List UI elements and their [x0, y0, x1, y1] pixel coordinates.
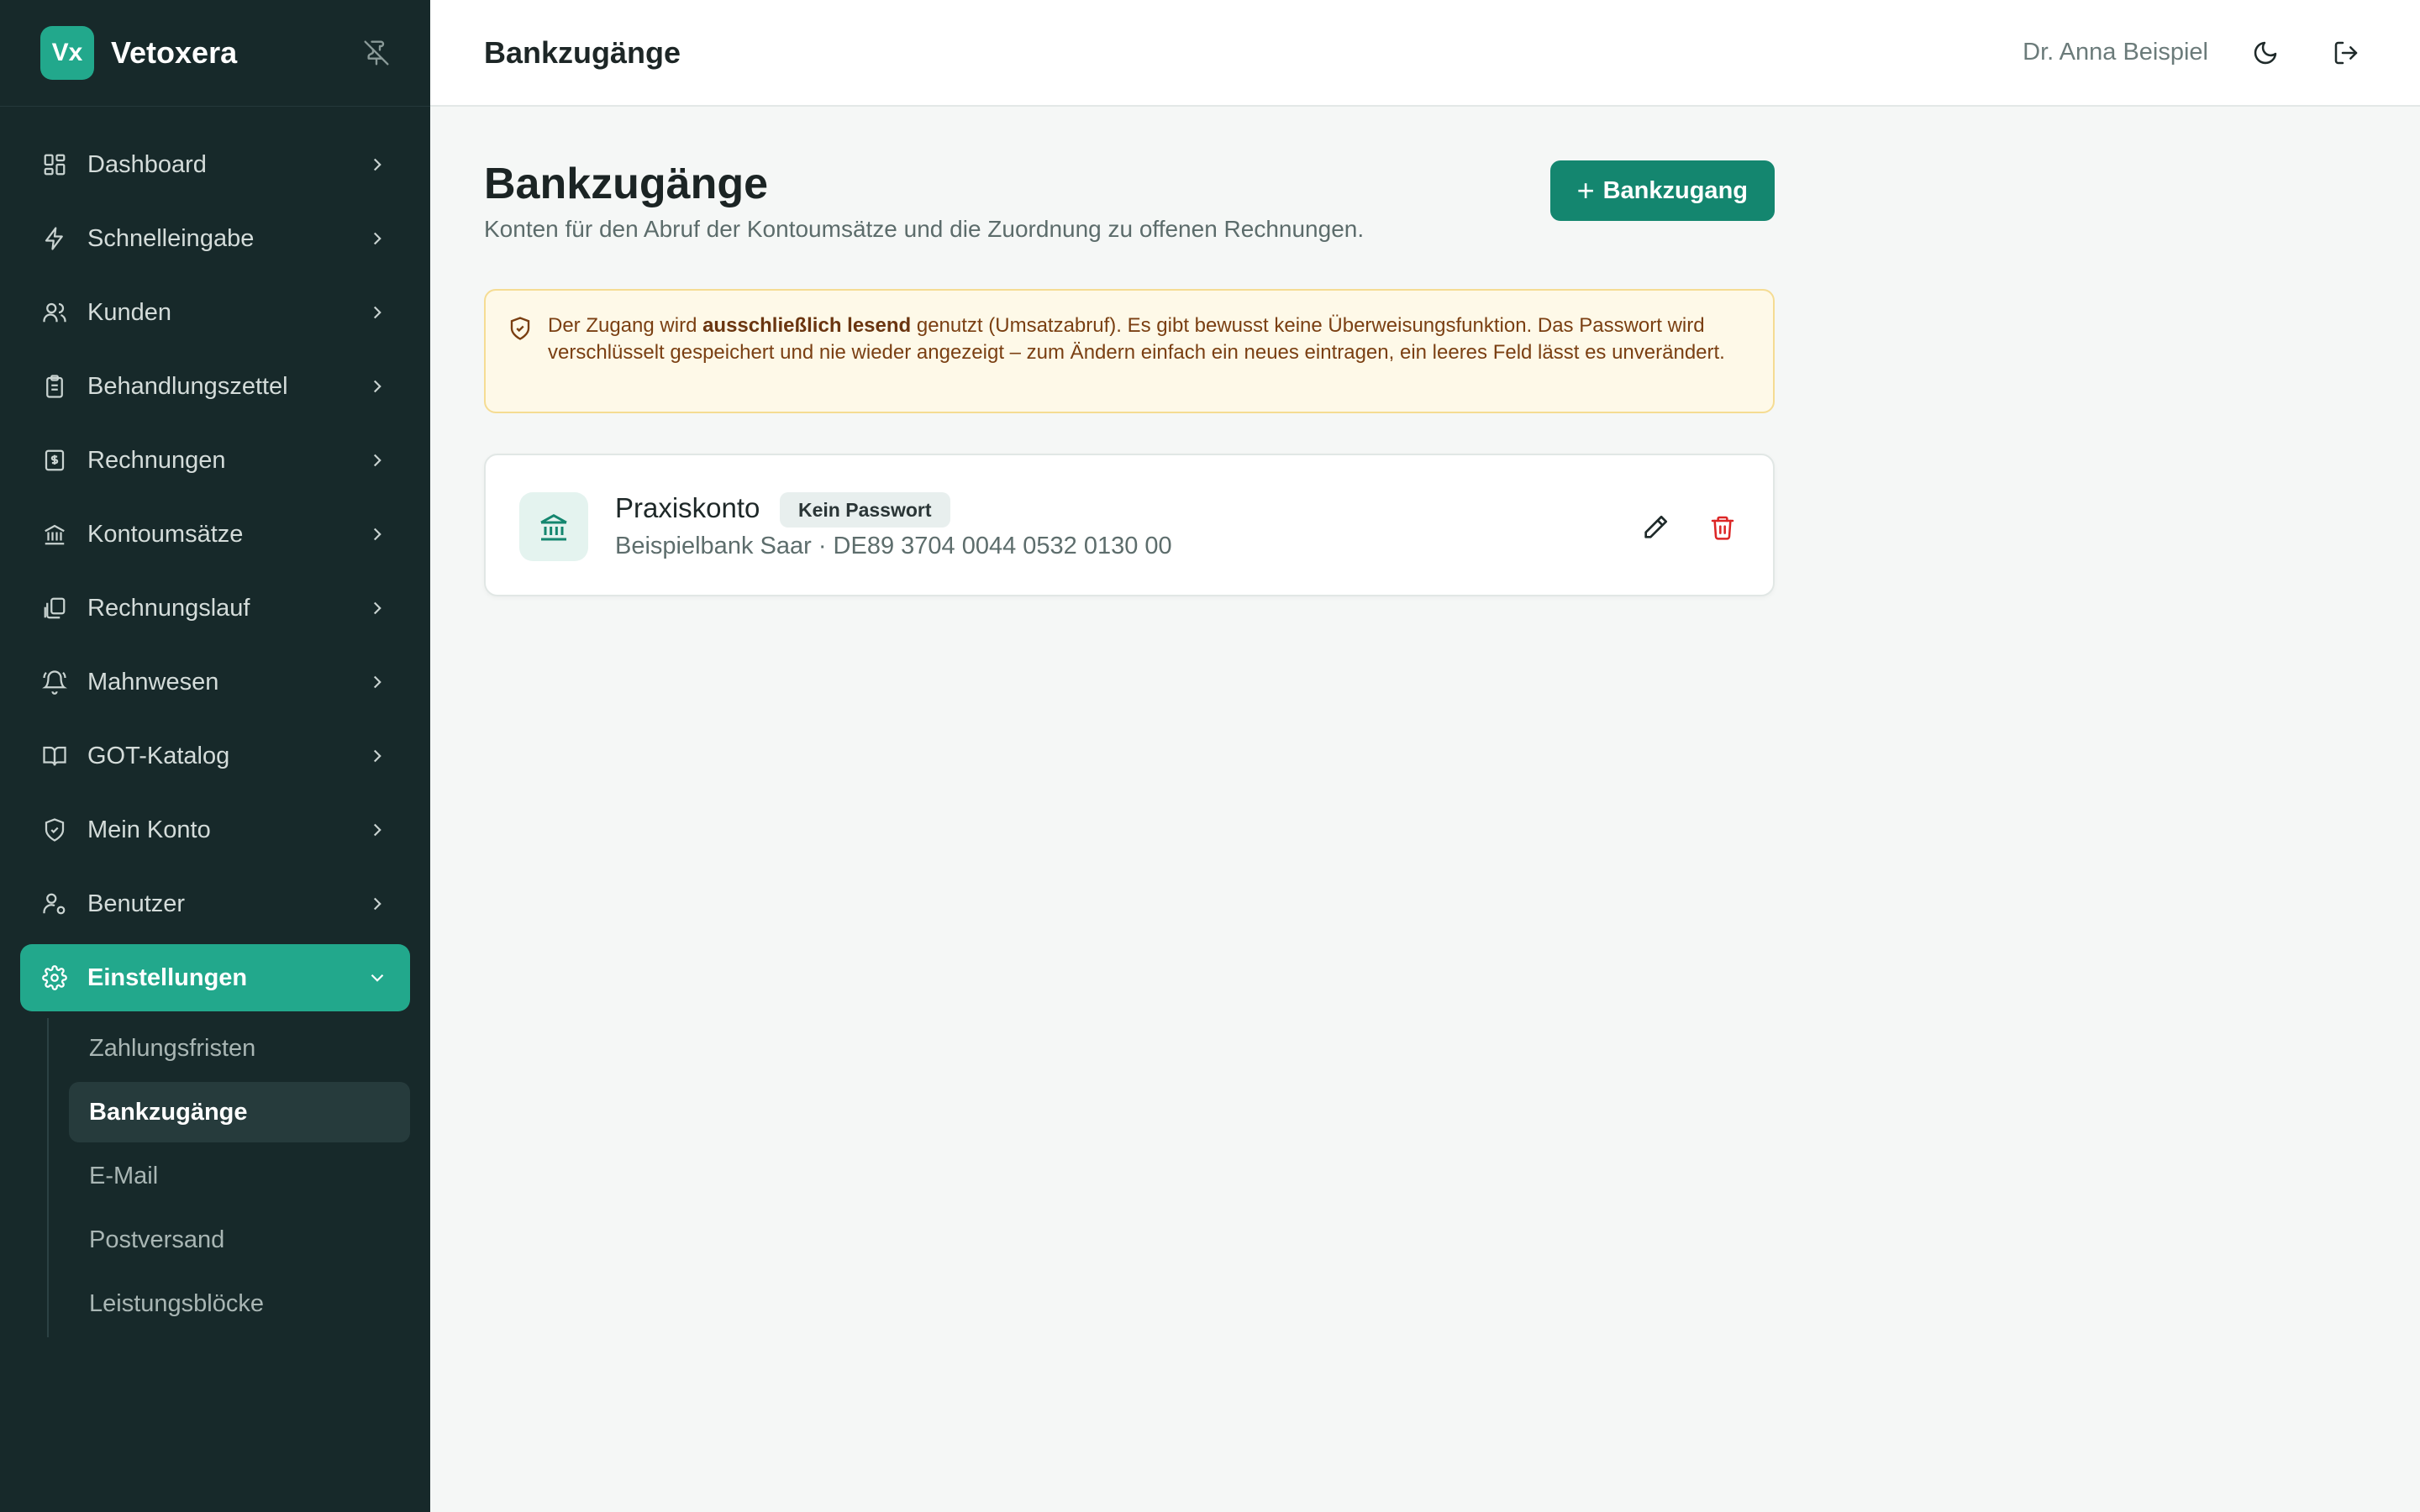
sidebar-item-mahnwesen[interactable]: Mahnwesen	[20, 648, 410, 716]
settings-subnav: Zahlungsfristen Bankzugänge E-Mail Postv…	[47, 1018, 410, 1337]
sidebar-item-label: Mein Konto	[87, 816, 211, 843]
brand-name[interactable]: Vetoxera	[111, 35, 237, 71]
sidebar-item-dashboard[interactable]: Dashboard	[20, 131, 410, 198]
account-detail: Beispielbank Saar · DE89 3704 0044 0532 …	[615, 533, 1172, 559]
chevron-down-icon	[365, 965, 390, 990]
subnav-item-postversand[interactable]: Postversand	[69, 1210, 410, 1270]
sidebar-item-label: Dashboard	[87, 150, 207, 178]
logout-button[interactable]	[2326, 33, 2366, 73]
bell-icon	[40, 668, 69, 696]
plus-icon: +	[1576, 173, 1595, 207]
brand-logo[interactable]: Vx	[40, 26, 94, 80]
pencil-icon	[1644, 515, 1668, 538]
trash-icon	[1711, 516, 1734, 540]
sidebar-item-kunden[interactable]: Kunden	[20, 279, 410, 346]
users-icon	[40, 298, 69, 327]
sidebar-item-label: Rechnungslauf	[87, 594, 250, 622]
sidebar-item-label: Schnelleingabe	[87, 224, 255, 252]
bank-account-card: Praxiskonto Kein Passwort Beispielbank S…	[484, 454, 1775, 596]
theme-toggle-button[interactable]	[2245, 33, 2286, 73]
lightning-icon	[40, 224, 69, 253]
chevron-right-icon	[365, 743, 390, 769]
dashboard-icon	[40, 150, 69, 179]
chevron-right-icon	[365, 817, 390, 843]
user-name[interactable]: Dr. Anna Beispiel	[2023, 39, 2208, 66]
clipboard-icon	[40, 372, 69, 401]
edit-account-button[interactable]	[1635, 507, 1676, 548]
sidebar-item-schnelleingabe[interactable]: Schnelleingabe	[20, 205, 410, 272]
notice-text-bold: ausschließlich lesend	[702, 314, 912, 337]
chevron-right-icon	[365, 522, 390, 547]
sidebar-item-label: Einstellungen	[87, 963, 248, 991]
top-header: Bankzugänge Dr. Anna Beispiel	[430, 0, 2420, 107]
logout-icon	[2334, 41, 2358, 64]
account-name: Praxiskonto	[615, 492, 760, 523]
sidebar-item-label: Kontoumsätze	[87, 520, 244, 548]
invoice-icon	[40, 446, 69, 475]
password-status-badge: Kein Passwort	[780, 492, 950, 528]
sidebar-item-label: Kunden	[87, 298, 171, 326]
sidebar: Vx Vetoxera Dashboard Schnelleingabe Kun…	[0, 0, 430, 1512]
sidebar-item-label: Behandlungszettel	[87, 372, 288, 400]
sidebar-item-label: Benutzer	[87, 890, 186, 917]
chevron-right-icon	[365, 448, 390, 473]
add-bank-access-button[interactable]: + Bankzugang	[1549, 160, 1775, 221]
header-title: Bankzugänge	[484, 34, 681, 70]
sidebar-item-mein-konto[interactable]: Mein Konto	[20, 796, 410, 864]
sidebar-item-label: GOT-Katalog	[87, 742, 230, 769]
chevron-right-icon	[365, 226, 390, 251]
chevron-right-icon	[365, 374, 390, 399]
page-header: Bankzugänge Konten für den Abruf der Kon…	[484, 107, 1775, 248]
sidebar-item-label: Mahnwesen	[87, 668, 219, 696]
sidebar-item-label: Rechnungen	[87, 446, 226, 474]
pin-off-icon	[364, 40, 389, 66]
copy-files-icon	[40, 594, 69, 622]
delete-account-button[interactable]	[1702, 507, 1743, 548]
subnav-item-leistungsbloecke[interactable]: Leistungsblöcke	[69, 1273, 410, 1334]
book-icon	[40, 742, 69, 770]
sidebar-item-benutzer[interactable]: Benutzer	[20, 870, 410, 937]
info-notice: Der Zugang wird ausschließlich lesend ge…	[484, 289, 1775, 413]
shield-icon	[40, 816, 69, 844]
page-title: Bankzugänge	[484, 160, 769, 208]
user-cog-icon	[40, 890, 69, 918]
add-bank-access-label: Bankzugang	[1602, 176, 1748, 204]
bank-icon	[40, 520, 69, 549]
sidebar-item-rechnungslauf[interactable]: Rechnungslauf	[20, 575, 410, 642]
sidebar-item-rechnungen[interactable]: Rechnungen	[20, 427, 410, 494]
chevron-right-icon	[365, 152, 390, 177]
main-content: Bankzugänge Konten für den Abruf der Kon…	[484, 107, 1775, 596]
page-subtitle: Konten für den Abruf der Kontoumsätze un…	[484, 216, 1365, 242]
brand: Vx Vetoxera	[0, 0, 430, 107]
chevron-right-icon	[365, 891, 390, 916]
moon-icon	[2254, 41, 2277, 64]
sidebar-item-einstellungen[interactable]: Einstellungen	[20, 944, 410, 1011]
sidebar-item-kontoumsaetze[interactable]: Kontoumsätze	[20, 501, 410, 568]
sidebar-nav: Dashboard Schnelleingabe Kunden Behandlu…	[20, 131, 410, 1018]
sidebar-item-got-katalog[interactable]: GOT-Katalog	[20, 722, 410, 790]
subnav-item-zahlungsfristen[interactable]: Zahlungsfristen	[69, 1018, 410, 1079]
chevron-right-icon	[365, 596, 390, 621]
chevron-right-icon	[365, 300, 390, 325]
unpin-sidebar-button[interactable]	[360, 36, 393, 70]
subnav-item-email[interactable]: E-Mail	[69, 1146, 410, 1206]
subnav-item-bankzugaenge[interactable]: Bankzugänge	[69, 1082, 410, 1142]
notice-text-prefix: Der Zugang wird	[548, 314, 703, 337]
chevron-right-icon	[365, 669, 390, 695]
shield-check-icon	[508, 316, 533, 341]
bank-icon	[519, 492, 588, 561]
sidebar-item-behandlungszettel[interactable]: Behandlungszettel	[20, 353, 410, 420]
gear-icon	[40, 963, 69, 992]
